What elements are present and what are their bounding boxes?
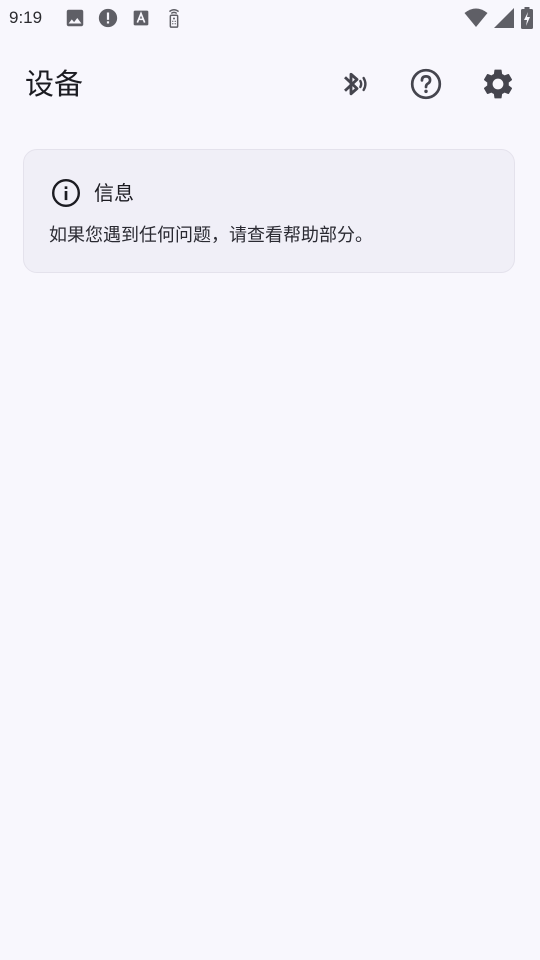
- font-a-icon: [133, 10, 149, 26]
- bluetooth-audio-icon: [344, 72, 367, 96]
- info-card-message: 如果您遇到任何问题，请查看帮助部分。: [49, 225, 373, 246]
- status-time: 9:19: [9, 8, 43, 27]
- info-card-header: 信息: [50, 177, 134, 209]
- wifi-icon: [464, 8, 488, 27]
- page-title: 设备: [25, 67, 84, 101]
- status-bar: 9:19: [0, 0, 540, 36]
- status-system-icons: [464, 7, 534, 29]
- info-icon: [51, 178, 81, 208]
- device-screen: 9:19 设备 信息 如果您遇到任何问题，请查看帮助部分。: [0, 0, 540, 960]
- help-icon: [410, 68, 442, 100]
- settings-gear-icon: [483, 69, 513, 99]
- help-button[interactable]: [402, 60, 450, 108]
- remote-icon: [168, 9, 180, 28]
- image-icon: [66, 9, 84, 27]
- battery-charging-icon: [521, 7, 533, 29]
- info-card-title: 信息: [94, 181, 134, 205]
- signal-icon: [494, 8, 514, 28]
- status-notification-icons: [64, 7, 185, 29]
- top-app-bar: 设备: [0, 52, 540, 116]
- alert-circle-icon: [98, 8, 118, 28]
- info-card: 信息 如果您遇到任何问题，请查看帮助部分。: [23, 149, 515, 273]
- bluetooth-audio-button[interactable]: [330, 60, 378, 108]
- settings-button[interactable]: [474, 60, 522, 108]
